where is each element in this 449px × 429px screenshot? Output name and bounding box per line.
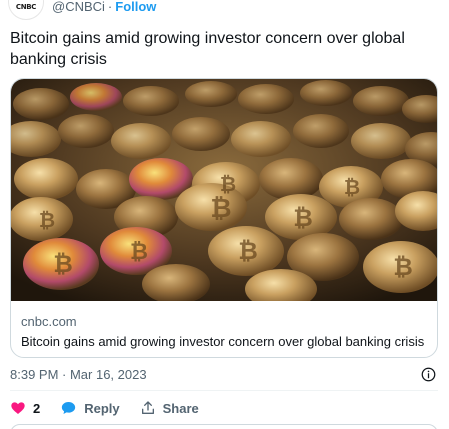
info-icon[interactable] (421, 367, 436, 382)
svg-text:₿: ₿ (393, 253, 413, 281)
follow-button[interactable]: Follow (115, 0, 156, 14)
like-count: 2 (33, 400, 41, 416)
timestamp-row: 8:39 PM · Mar 16, 2023 (10, 365, 438, 383)
svg-text:₿: ₿ (238, 237, 258, 265)
divider (10, 390, 438, 391)
avatar[interactable]: CNBC (8, 0, 44, 20)
card-domain: cnbc.com (21, 314, 77, 329)
timestamp[interactable]: 8:39 PM · Mar 16, 2023 (10, 367, 147, 382)
card-title: Bitcoin gains amid growing investor conc… (21, 334, 425, 349)
avatar-logo-text: CNBC (15, 3, 37, 11)
card-image[interactable]: ₿ ₿ ₿ ₿ ₿ ₿ ₿ ₿ ₿ (11, 79, 438, 301)
svg-text:₿: ₿ (39, 208, 55, 232)
share-icon (141, 401, 154, 414)
svg-text:₿: ₿ (53, 250, 73, 278)
separator: · (107, 0, 113, 14)
link-card[interactable]: ₿ ₿ ₿ ₿ ₿ ₿ ₿ ₿ ₿ cnbc.com Bitcoin gains… (10, 78, 438, 358)
author-handle[interactable]: @CNBCi (52, 0, 105, 14)
tweet-header: CNBC @CNBCi · Follow (8, 0, 156, 20)
card-meta[interactable]: cnbc.com Bitcoin gains amid growing inve… (21, 314, 431, 350)
svg-text:₿: ₿ (210, 194, 231, 224)
svg-text:₿: ₿ (344, 175, 360, 199)
svg-text:₿: ₿ (130, 240, 148, 265)
svg-text:₿: ₿ (220, 172, 236, 196)
tweet-text: Bitcoin gains amid growing investor conc… (10, 30, 405, 68)
like-button[interactable]: 2 (10, 400, 40, 416)
svg-text:₿: ₿ (293, 204, 313, 232)
share-label: Share (162, 400, 199, 416)
reply-button[interactable]: Reply (60, 400, 120, 416)
author-row: @CNBCi · Follow (52, 0, 156, 14)
read-replies-box[interactable] (10, 424, 438, 429)
heart-icon (11, 402, 25, 414)
action-bar: 2 Reply Share (10, 398, 219, 418)
share-button[interactable]: Share (140, 400, 199, 416)
speech-bubble-icon (62, 402, 76, 414)
tweet: CNBC @CNBCi · Follow Bitcoin gains amid … (0, 0, 449, 429)
reply-label: Reply (84, 400, 120, 416)
